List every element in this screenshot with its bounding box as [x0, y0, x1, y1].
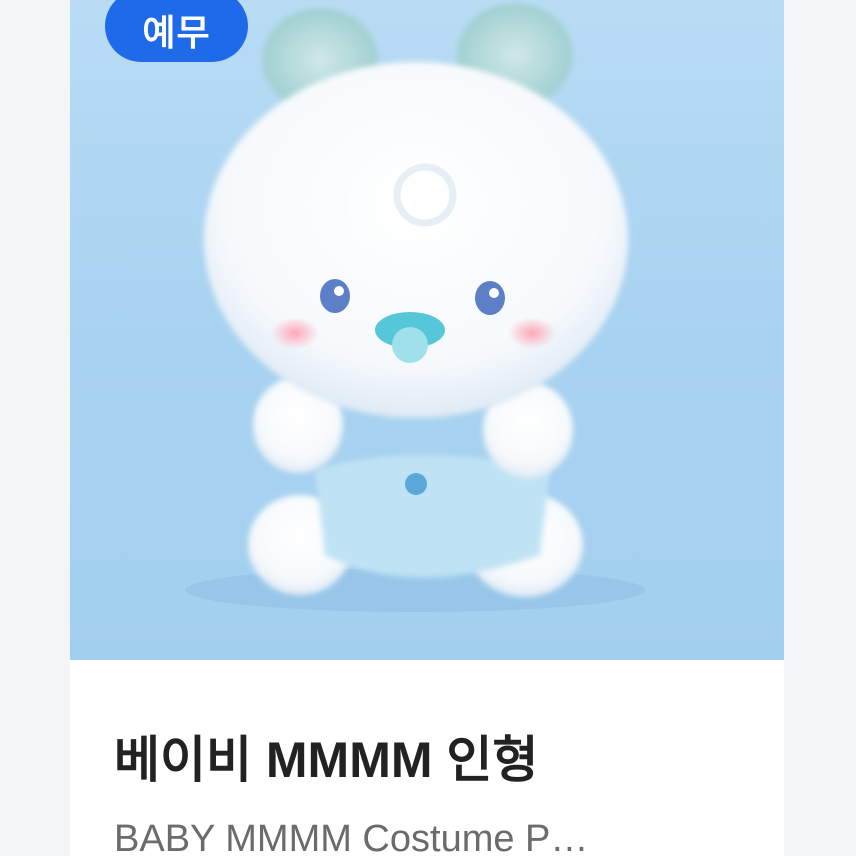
plush-bear-icon: [185, 3, 645, 612]
product-photo[interactable]: 예무: [70, 0, 784, 660]
product-subtitle: BABY MMMM Costume P…: [114, 818, 589, 856]
product-title[interactable]: 베이비 MMMM 인형: [114, 720, 754, 792]
status-badge: 예무: [105, 0, 248, 62]
product-card[interactable]: 예무 베이비 MMMM 인형 BABY MMMM Costume P…: [70, 0, 784, 856]
